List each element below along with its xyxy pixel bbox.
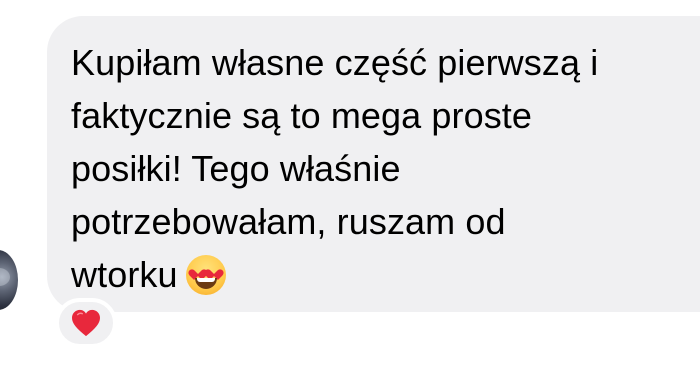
sender-avatar[interactable] — [0, 250, 18, 310]
message-reaction[interactable] — [55, 298, 117, 348]
message-text: Kupiłam własne część pierwszą i faktyczn… — [71, 42, 599, 295]
red-heart-icon — [72, 309, 100, 337]
heart-eyes-emoji-icon — [185, 255, 226, 295]
message-text-container: Kupiłam własne część pierwszą i faktyczn… — [71, 36, 700, 301]
chat-thread: Kupiłam własne część pierwszą i faktyczn… — [0, 0, 700, 368]
message-bubble[interactable]: Kupiłam własne część pierwszą i faktyczn… — [47, 16, 700, 312]
